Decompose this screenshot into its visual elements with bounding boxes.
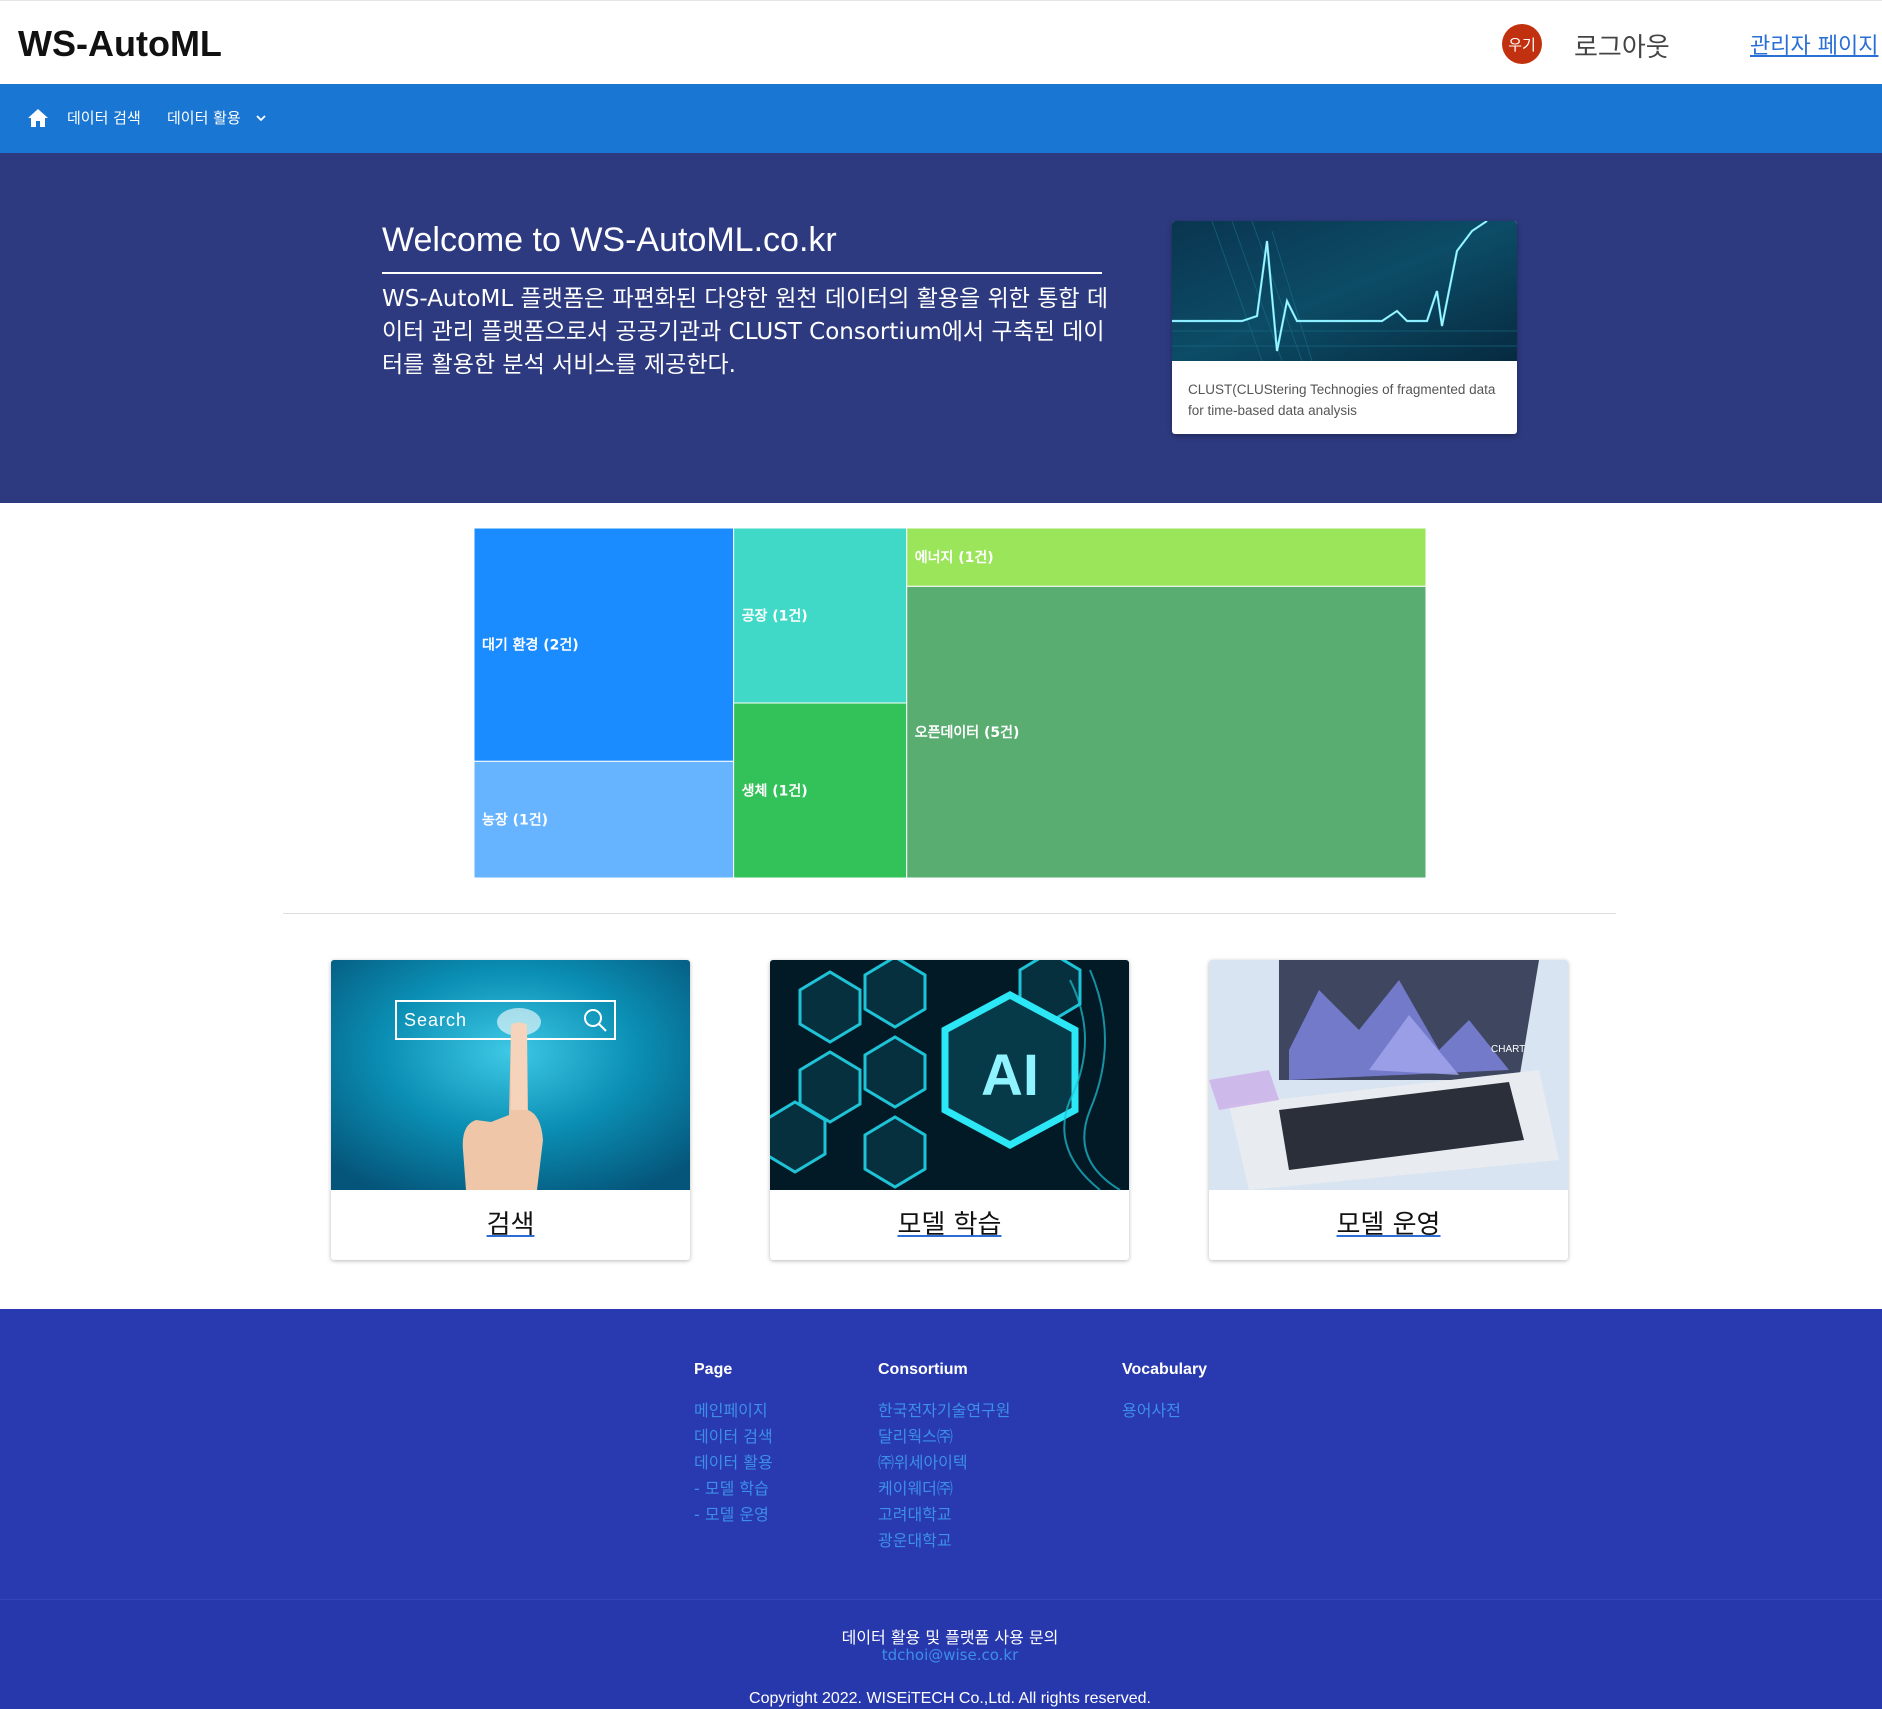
chevron-down-icon[interactable] xyxy=(254,111,268,125)
search-box-text: Search xyxy=(404,1010,468,1030)
footer-link-main[interactable]: 메인페이지 xyxy=(694,1397,768,1421)
contact-email-link[interactable]: tdchoi@wise.co.kr xyxy=(0,1646,1882,1664)
nav-item-data-search[interactable]: 데이터 검색 xyxy=(67,107,141,128)
heartbeat-image xyxy=(1172,221,1517,361)
footer-link-wiseitech[interactable]: ㈜위세아이텍 xyxy=(878,1449,968,1473)
search-card-label: 검색 xyxy=(486,1210,535,1240)
footer-link-keti[interactable]: 한국전자기술연구원 xyxy=(878,1397,1010,1421)
chart-image-text: CHART xyxy=(1491,1044,1526,1055)
clust-caption: CLUST(CLUStering Technogies of fragmente… xyxy=(1188,382,1496,418)
ai-image-text: AI xyxy=(981,1043,1039,1108)
footer: Page 메인페이지 데이터 검색 데이터 활용 - 모델 학습 - 모델 운영… xyxy=(0,1309,1882,1709)
footer-heading-consortium: Consortium xyxy=(878,1361,968,1378)
logout-button[interactable]: 로그아웃 xyxy=(1574,27,1670,64)
treemap-label: 생체 (1건) xyxy=(742,783,808,800)
footer-link-daliworks[interactable]: 달리웍스㈜ xyxy=(878,1423,953,1447)
footer-link-kweather[interactable]: 케이웨더㈜ xyxy=(878,1475,953,1499)
treemap-label: 에너지 (1건) xyxy=(915,549,994,566)
footer-link-kwangwoon-university[interactable]: 광운대학교 xyxy=(878,1527,952,1551)
section-divider xyxy=(283,913,1616,914)
treemap-label: 오픈데이터 (5건) xyxy=(915,724,1020,741)
user-avatar[interactable]: 우기 xyxy=(1502,24,1542,64)
footer-link-data-search[interactable]: 데이터 검색 xyxy=(694,1423,773,1447)
laptop-chart-image xyxy=(1209,960,1568,1190)
search-card[interactable]: 검색 Search xyxy=(331,960,690,1260)
treemap-label: 대기 환경 (2건) xyxy=(482,637,579,654)
footer-link-model-operation[interactable]: - 모델 운영 xyxy=(694,1501,769,1525)
search-touch-image xyxy=(331,960,690,1190)
treemap-label: 공장 (1건) xyxy=(742,608,808,625)
top-header: WS-AutoML 우기 로그아웃 관리자 페이지 xyxy=(0,0,1882,84)
contact-label: 데이터 활용 및 플랫폼 사용 문의 xyxy=(841,1628,1059,1647)
nav-item-data-utilization[interactable]: 데이터 활용 xyxy=(167,107,241,128)
hero-description: WS-AutoML 플랫폼은 파편화된 다양한 원천 데이터의 활용을 위한 통… xyxy=(382,286,1108,378)
treemap-label: 농장 (1건) xyxy=(482,812,548,829)
footer-heading-vocabulary: Vocabulary xyxy=(1122,1361,1208,1378)
model-operation-card-label: 모델 운영 xyxy=(1336,1210,1441,1240)
admin-page-link[interactable]: 관리자 페이지 xyxy=(1750,28,1878,60)
category-treemap: 대기 환경 (2건) 농장 (1건) 공장 (1건) 생체 (1건) 에너지 (1건) 오… xyxy=(474,528,1426,878)
model-operation-card[interactable]: CHART 모델 운영 xyxy=(1209,960,1568,1260)
brand-logo[interactable]: WS-AutoML xyxy=(18,23,222,65)
main-nav: 데이터 검색 데이터 활용 xyxy=(0,84,1882,153)
hero-section: Welcome to WS-AutoML.co.kr WS-AutoML 플랫폼… xyxy=(0,153,1882,503)
footer-heading-page: Page xyxy=(694,1361,733,1378)
model-training-card-label: 모델 학습 xyxy=(897,1210,1002,1240)
footer-bottom: 데이터 활용 및 플랫폼 사용 문의 tdchoi@wise.co.kr Cop… xyxy=(0,1599,1882,1709)
model-training-card[interactable]: AI 모델 학습 xyxy=(770,960,1129,1260)
footer-link-korea-university[interactable]: 고려대학교 xyxy=(878,1501,952,1525)
copyright-text: Copyright 2022. WISEiTECH Co.,Ltd. All r… xyxy=(749,1690,1151,1707)
footer-link-model-training[interactable]: - 모델 학습 xyxy=(694,1475,769,1499)
clust-info-card[interactable]: CLUST(CLUStering Technogies of fragmente… xyxy=(1172,221,1517,434)
hero-title: Welcome to WS-AutoML.co.kr xyxy=(382,221,1102,274)
home-icon[interactable] xyxy=(26,106,50,130)
footer-link-data-utilization[interactable]: 데이터 활용 xyxy=(694,1449,773,1473)
footer-link-glossary[interactable]: 용어사전 xyxy=(1122,1397,1181,1421)
